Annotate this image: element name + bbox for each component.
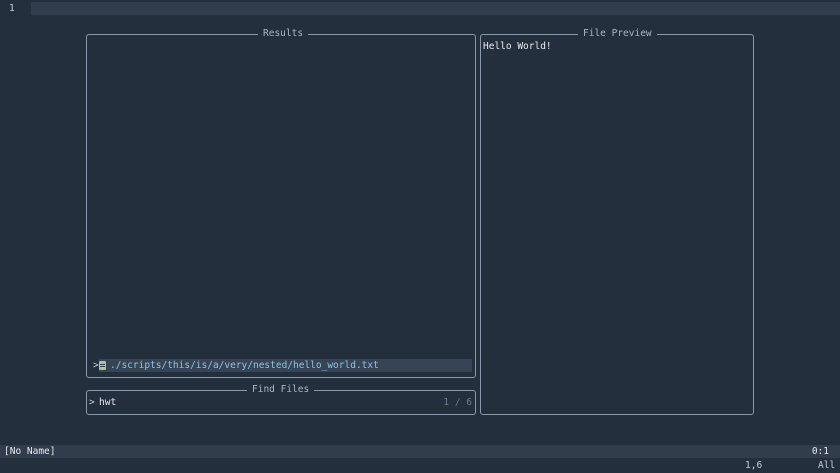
find-files-title: Find Files [247, 384, 315, 396]
text-file-icon [99, 361, 106, 370]
statusline: [No Name] 0:1 [0, 445, 840, 458]
search-input[interactable]: hwt [99, 397, 116, 408]
editor-top-line: 1 [0, 2, 840, 16]
results-title: Results [258, 28, 309, 40]
status-position: 0:1 [811, 446, 829, 457]
match-count: 1 / 6 [443, 397, 472, 408]
line-number: 1 [9, 3, 15, 14]
selection-caret: > [93, 360, 99, 371]
cursor-line[interactable] [31, 2, 840, 15]
ruler-scroll-indicator: All [818, 460, 836, 471]
command-line[interactable]: 1,6 All [0, 458, 840, 473]
ruler-cursor-position: 1,6 [745, 460, 763, 471]
buffer-name: [No Name] [4, 446, 56, 457]
results-panel: Results > ./scripts/this/is/a/very/neste… [86, 28, 476, 378]
file-preview-panel: File Preview Hello World! [480, 28, 754, 415]
prompt-caret: > [89, 397, 95, 408]
results-selected-row[interactable]: > ./scripts/this/is/a/very/nested/hello_… [93, 359, 472, 372]
file-preview-title: File Preview [578, 28, 657, 40]
preview-content: Hello World! [483, 41, 552, 52]
find-files-prompt: Find Files > hwt 1 / 6 [86, 384, 476, 415]
result-file-path[interactable]: ./scripts/this/is/a/very/nested/hello_wo… [110, 359, 379, 372]
